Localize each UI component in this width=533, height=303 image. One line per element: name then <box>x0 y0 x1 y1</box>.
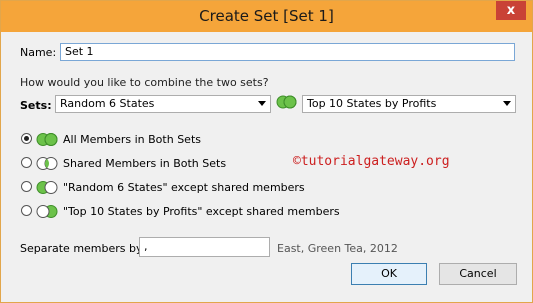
separator-label: Separate members by: <box>20 242 146 255</box>
venn-intersection-icon <box>36 157 58 170</box>
set-a-select[interactable]: Random 6 States <box>55 95 271 113</box>
set-a-value: Random 6 States <box>60 97 155 110</box>
cancel-button[interactable]: Cancel <box>439 263 517 285</box>
radio-shared-members[interactable] <box>21 157 32 168</box>
ok-button[interactable]: OK <box>351 263 427 285</box>
set-b-select[interactable]: Top 10 States by Profits <box>302 95 516 113</box>
separator-input[interactable]: , <box>139 237 270 257</box>
venn-union-icon <box>276 95 297 109</box>
name-label: Name: <box>20 46 57 59</box>
option-label: All Members in Both Sets <box>63 133 201 146</box>
option-label: "Random 6 States" except shared members <box>63 181 305 194</box>
separator-example: East, Green Tea, 2012 <box>277 242 398 255</box>
chevron-down-icon <box>258 101 266 106</box>
radio-all-members[interactable] <box>21 133 32 144</box>
sets-label: Sets: <box>20 99 52 112</box>
name-input[interactable]: Set 1 <box>60 43 515 61</box>
watermark: ©tutorialgateway.org <box>293 154 450 169</box>
radio-right-except[interactable] <box>21 205 32 216</box>
combine-question: How would you like to combine the two se… <box>20 76 269 89</box>
dialog-title: Create Set [Set 1] <box>199 7 334 25</box>
venn-union-icon <box>36 133 58 146</box>
close-button[interactable]: x <box>496 1 526 20</box>
title-bar: Create Set [Set 1] x <box>1 1 532 32</box>
option-label: Shared Members in Both Sets <box>63 157 227 170</box>
option-label: "Top 10 States by Profits" except shared… <box>63 205 340 218</box>
venn-right-except-icon <box>36 205 58 218</box>
create-set-dialog: Create Set [Set 1] x Name: Set 1 How wou… <box>0 0 533 303</box>
radio-left-except[interactable] <box>21 181 32 192</box>
dialog-content: Name: Set 1 How would you like to combin… <box>9 32 524 294</box>
chevron-down-icon <box>503 101 511 106</box>
set-b-value: Top 10 States by Profits <box>307 97 437 110</box>
venn-left-except-icon <box>36 181 58 194</box>
